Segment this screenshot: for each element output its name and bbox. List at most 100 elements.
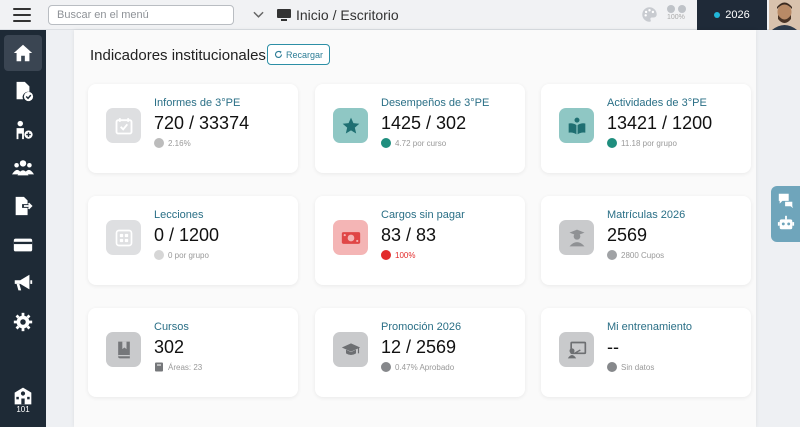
breadcrumb-text: Inicio / Escritorio — [296, 7, 399, 23]
card-lecciones[interactable]: Lecciones 0 / 1200 0 por grupo — [88, 196, 298, 285]
year-selector[interactable]: 2026 — [697, 0, 767, 30]
card-sub-text: 2800 Cupos — [621, 250, 665, 260]
megaphone-icon — [14, 274, 33, 291]
status-dot — [607, 138, 617, 148]
hamburger-menu-icon[interactable] — [13, 8, 31, 22]
card-label: Cursos — [154, 321, 189, 333]
chalkboard-teacher-icon — [559, 332, 594, 367]
card-sub: 2.16% — [154, 138, 191, 148]
chevron-down-icon[interactable] — [253, 9, 264, 20]
status-dot — [381, 250, 391, 260]
grid-icon — [106, 220, 141, 255]
card-sub-text: 11.18 por grupo — [621, 138, 677, 148]
card-actividades[interactable]: Actividades de 3°PE 13421 / 1200 11.18 p… — [541, 84, 751, 173]
card-cargos[interactable]: Cargos sin pagar 83 / 83 100% — [315, 196, 525, 285]
zoom-control[interactable]: 100% — [667, 5, 691, 25]
sidebar-item-export[interactable] — [4, 188, 42, 224]
card-label: Desempeños de 3°PE — [381, 97, 490, 109]
reload-label: Recargar — [285, 49, 323, 60]
sidebar-item-school[interactable]: 101 — [4, 386, 42, 422]
card-entrenamiento[interactable]: Mi entrenamiento -- Sin datos — [541, 308, 751, 397]
zoom-level: 100% — [667, 14, 685, 21]
calendar-check-icon — [106, 108, 141, 143]
card-sub: 4.72 por curso — [381, 138, 446, 148]
bookmark-book-icon — [106, 332, 141, 367]
card-sub-text: 0 por grupo — [168, 250, 209, 260]
school-number: 101 — [16, 405, 30, 414]
dashboard-panel: Indicadores institucionales Recargar Inf… — [74, 30, 756, 427]
zoom-in-dot[interactable] — [678, 5, 686, 13]
sidebar-item-announcements[interactable] — [4, 265, 42, 301]
help-side-tab[interactable] — [771, 186, 800, 242]
chat-bubbles-icon[interactable] — [777, 191, 795, 209]
book-icon — [155, 362, 163, 372]
gear-icon — [13, 312, 33, 332]
sidebar-item-home[interactable] — [4, 35, 42, 71]
top-bar: Inicio / Escritorio 100% 2026 — [0, 0, 800, 30]
status-dot — [607, 362, 617, 372]
card-sub-text: Áreas: 23 — [168, 362, 203, 372]
card-value: 0 / 1200 — [154, 225, 220, 245]
refresh-icon — [274, 50, 283, 58]
home-icon — [13, 44, 33, 62]
sidebar-item-reports[interactable] — [4, 73, 42, 109]
page-title: Indicadores institucionales — [90, 47, 266, 64]
card-sub: 100% — [381, 250, 415, 260]
person-add-icon — [16, 120, 33, 140]
card-sub-text: 0.47% Aprobado — [395, 362, 455, 372]
card-value: 2569 — [607, 225, 648, 245]
card-sub: Sin datos — [607, 362, 654, 372]
graduation-cap-icon — [333, 332, 368, 367]
card-label: Cargos sin pagar — [381, 209, 465, 221]
status-dot — [154, 138, 164, 148]
card-sub-text: 100% — [395, 250, 416, 260]
file-check-icon — [16, 81, 34, 102]
money-bill-icon — [333, 220, 368, 255]
card-sub-text: 4.72 por curso — [395, 138, 447, 148]
card-sub: 0.47% Aprobado — [381, 362, 454, 372]
card-matriculas[interactable]: Matrículas 2026 2569 2800 Cupos — [541, 196, 751, 285]
menu-search-input[interactable] — [48, 5, 234, 25]
status-dot — [381, 362, 391, 372]
breadcrumb: Inicio / Escritorio — [276, 7, 399, 23]
sidebar-item-settings[interactable] — [4, 304, 42, 340]
star-icon — [333, 108, 368, 143]
robot-icon[interactable] — [777, 214, 795, 232]
file-export-icon — [15, 196, 33, 216]
card-label: Matrículas 2026 — [607, 209, 686, 221]
palette-icon[interactable] — [641, 6, 658, 23]
sidebar-item-payments[interactable] — [4, 227, 42, 263]
card-value: 1425 / 302 — [381, 113, 467, 133]
card-sub-text: 2.16% — [168, 138, 191, 148]
card-value: -- — [607, 337, 619, 357]
status-dot — [381, 138, 391, 148]
card-sub: Áreas: 23 — [154, 362, 202, 372]
card-value: 83 / 83 — [381, 225, 437, 245]
card-sub: 2800 Cupos — [607, 250, 664, 260]
card-cursos[interactable]: Cursos 302 Áreas: 23 — [88, 308, 298, 397]
student-icon — [559, 220, 594, 255]
year-status-dot — [714, 12, 721, 18]
school-building-icon — [14, 387, 32, 405]
card-value: 302 — [154, 337, 185, 357]
card-informes[interactable]: Informes de 3°PE 720 / 33374 2.16% — [88, 84, 298, 173]
zoom-out-dot[interactable] — [667, 5, 675, 13]
card-value: 12 / 2569 — [381, 337, 457, 357]
card-promocion[interactable]: Promoción 2026 12 / 2569 0.47% Aprobado — [315, 308, 525, 397]
sidebar-item-enroll[interactable] — [4, 112, 42, 148]
card-desempenos[interactable]: Desempeños de 3°PE 1425 / 302 4.72 por c… — [315, 84, 525, 173]
book-reader-icon — [559, 108, 594, 143]
reload-button[interactable]: Recargar — [267, 44, 330, 65]
status-dot — [154, 250, 164, 260]
avatar[interactable] — [769, 0, 800, 30]
sidebar-item-users[interactable] — [4, 150, 42, 186]
card-label: Informes de 3°PE — [154, 97, 241, 109]
card-sub: 11.18 por grupo — [607, 138, 677, 148]
card-label: Lecciones — [154, 209, 204, 221]
card-sub-text: Sin datos — [621, 362, 655, 372]
users-icon — [12, 160, 34, 176]
card-value: 720 / 33374 — [154, 113, 250, 133]
card-label: Actividades de 3°PE — [607, 97, 707, 109]
sidebar: 101 — [0, 30, 46, 427]
card-value: 13421 / 1200 — [607, 113, 713, 133]
